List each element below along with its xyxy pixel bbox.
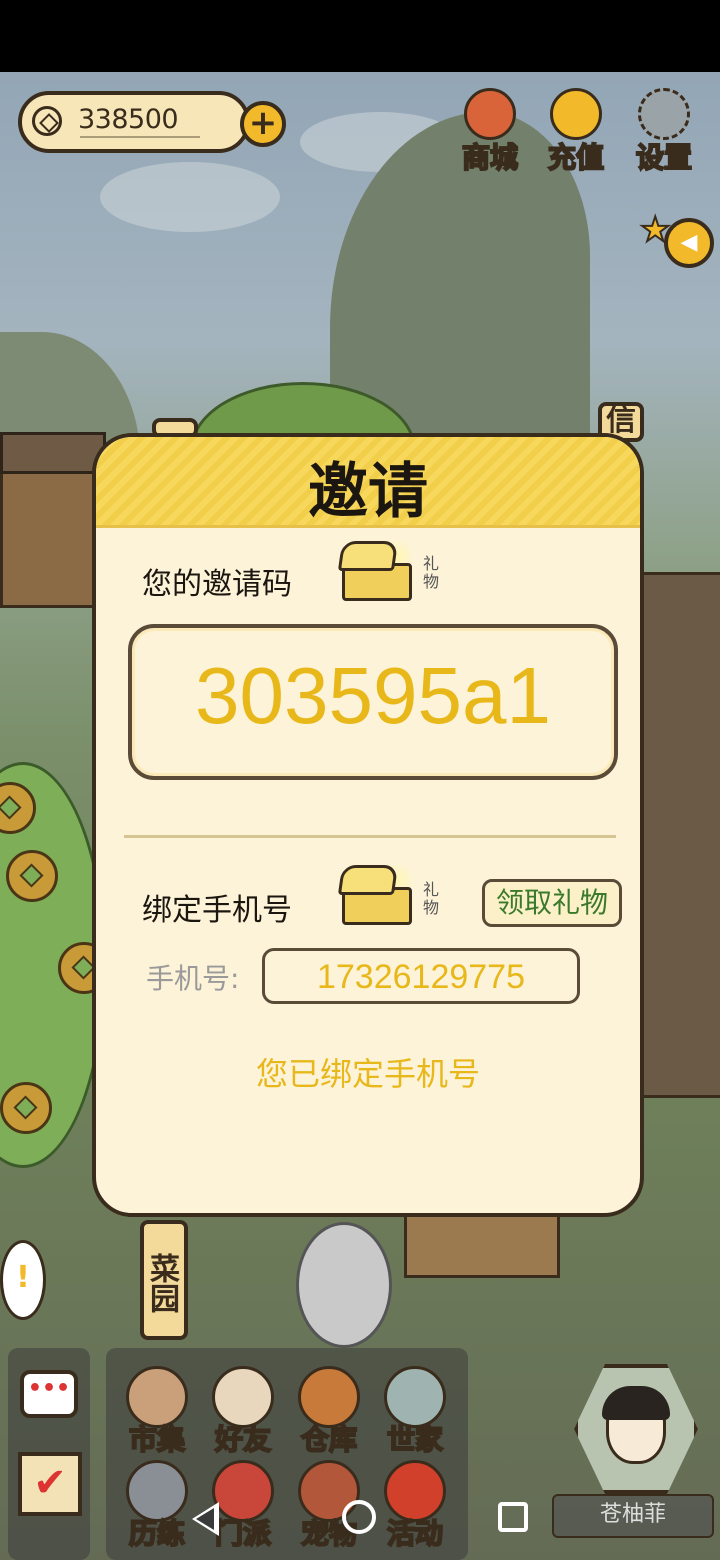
chest-lid (337, 865, 399, 895)
phone-label: 手机号: (146, 962, 240, 995)
invite-code: 303595a1 (195, 651, 551, 740)
menu-warehouse[interactable]: 仓库 (286, 1366, 372, 1462)
add-currency-button[interactable]: + (240, 101, 286, 147)
invite-dialog: 邀请 您的邀请码 礼物 303595a1 绑定手机号 礼物 领取礼物 手机号: … (92, 433, 644, 1217)
invite-code-box: 303595a1 (128, 624, 618, 780)
gift-text: 礼物 (422, 880, 439, 917)
gift-text: 礼物 (422, 554, 439, 591)
chest-lid (337, 541, 399, 571)
settings-label: 设置 (635, 140, 693, 175)
cloud (100, 162, 280, 232)
coin-icon (6, 850, 58, 902)
arrow-left-icon: ◀ (664, 218, 714, 268)
settings-button[interactable]: 设置 (626, 88, 702, 176)
divider (124, 835, 616, 838)
menu-label: 仓库 (300, 1422, 358, 1457)
invite-code-label: 您的邀请码 (142, 567, 292, 602)
elder-character (296, 1222, 392, 1348)
money-bag-icon (464, 88, 516, 140)
chat-bubble-icon[interactable]: ••• (20, 1370, 78, 1418)
back-icon[interactable] (192, 1502, 219, 1536)
house (640, 572, 720, 1098)
dialog-title: 邀请 (308, 457, 428, 527)
menu-label: 世家 (386, 1422, 444, 1457)
favorites-toggle-button[interactable]: ★ ◀ (639, 209, 720, 270)
currency-display: 338500 + (18, 91, 286, 157)
alert-icon[interactable]: ! (0, 1240, 46, 1320)
menu-label: 好友 (214, 1422, 272, 1457)
menu-family[interactable]: 世家 (372, 1366, 458, 1462)
gold-ingot-icon (550, 88, 602, 140)
menu-label: 市集 (128, 1422, 186, 1457)
status-bar (0, 0, 720, 72)
system-nav-bar (0, 1480, 720, 1560)
recent-apps-icon[interactable] (498, 1502, 528, 1532)
coin-icon (32, 106, 62, 136)
bound-status-text: 您已绑定手机号 (255, 1055, 480, 1093)
currency-underline (80, 136, 200, 138)
shop-button[interactable]: 商城 (452, 88, 528, 176)
bind-phone-label: 绑定手机号 (142, 893, 292, 928)
home-icon[interactable] (342, 1500, 376, 1534)
menu-friends[interactable]: 好友 (200, 1366, 286, 1462)
recharge-button[interactable]: 充值 (538, 88, 614, 176)
shop-label: 商城 (461, 140, 519, 175)
phone-number: 17326129775 (316, 958, 525, 996)
coin-icon (0, 1082, 52, 1134)
roof (0, 432, 106, 474)
gift-chest-icon[interactable] (337, 861, 418, 927)
recharge-label: 充值 (547, 140, 605, 175)
menu-market[interactable]: 市集 (114, 1366, 200, 1462)
currency-amount: 338500 (78, 104, 179, 135)
avatar-hair (602, 1386, 670, 1420)
claim-gift-button[interactable]: 领取礼物 (482, 879, 622, 927)
vegetable-garden-sign[interactable]: 菜园 (140, 1220, 188, 1340)
gift-chest-icon[interactable] (337, 537, 418, 603)
table (404, 1212, 560, 1278)
gear-icon (638, 88, 690, 140)
phone-field[interactable]: 17326129775 (262, 948, 580, 1004)
